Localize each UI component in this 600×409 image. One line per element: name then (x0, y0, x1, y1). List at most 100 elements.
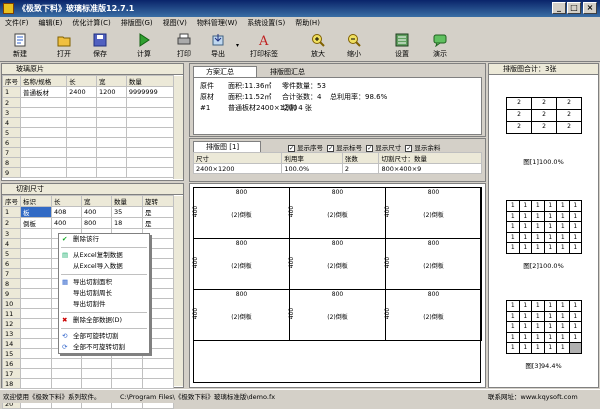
new-button[interactable]: 新建 (6, 32, 34, 60)
check-show-index[interactable]: ✓ 显示序号 (288, 144, 323, 152)
menu-view[interactable]: 视图(V) (158, 17, 192, 30)
table-row[interactable]: 18 (2, 378, 175, 389)
zoom-in-button[interactable]: 放大 (304, 32, 332, 60)
table-row[interactable]: 1 板 408 400 35 是 (2, 206, 175, 218)
cutting-sheet[interactable]: 800 400 (2)倒板 800 400 (2)倒板 800 400 (2)倒板 800 400(… (192, 187, 482, 383)
menu-edit[interactable]: 编辑(E) (34, 17, 68, 30)
table-cell[interactable]: 5 (2, 248, 21, 259)
table-cell[interactable] (19, 147, 68, 158)
table-cell[interactable]: 6 (2, 137, 21, 148)
open-button[interactable]: 打开 (50, 32, 78, 60)
cut-scrollbar[interactable] (173, 196, 183, 386)
table-cell[interactable] (19, 127, 68, 138)
table-cell[interactable]: 18 (110, 217, 143, 229)
table-cell[interactable]: 400 (50, 217, 82, 229)
tab-layout-1[interactable]: 排版图 [1] (193, 141, 261, 152)
menu-optimize[interactable]: 优化计算(C) (67, 17, 115, 30)
column-header[interactable]: 数量 (125, 75, 175, 87)
table-cell[interactable] (66, 147, 97, 158)
ctx-export-pieces[interactable]: 导出切割件 (59, 299, 149, 310)
table-cell[interactable] (125, 127, 175, 138)
export-button[interactable]: 导出 (202, 32, 234, 60)
table-cell[interactable] (125, 167, 175, 178)
cut-piece[interactable]: 800 400 (2)倒板 (288, 238, 386, 290)
table-cell[interactable] (95, 137, 127, 148)
table-cell[interactable]: 18 (2, 378, 21, 389)
table-cell[interactable] (66, 97, 97, 108)
cut-piece[interactable]: 800 400 (2)倒板 (288, 289, 386, 341)
table-cell[interactable] (50, 368, 82, 379)
column-header[interactable]: 旋转 (141, 195, 175, 207)
maximize-button[interactable]: □ (567, 2, 581, 14)
table-cell[interactable] (110, 368, 143, 379)
table-cell[interactable] (20, 308, 52, 319)
ctx-delete-row[interactable]: ✔ 删除该行 (59, 234, 149, 245)
table-cell[interactable] (66, 137, 97, 148)
print-label-button[interactable]: A 打印标签 (244, 32, 284, 60)
table-row[interactable]: 2 倒板 400 800 18 是 (2, 217, 175, 229)
table-cell[interactable] (110, 378, 143, 389)
table-cell[interactable]: 8 (2, 157, 21, 168)
table-cell[interactable]: 10 (2, 298, 21, 309)
zoom-out-button[interactable]: 缩小 (340, 32, 368, 60)
table-row[interactable]: 17 (2, 368, 175, 379)
table-row[interactable]: 2 (2, 97, 175, 108)
table-cell[interactable] (66, 157, 97, 168)
close-button[interactable]: × (583, 2, 597, 14)
table-row[interactable]: 5 (2, 127, 175, 138)
ctx-excel-copy[interactable]: ▤ 从Excel复制数据 (59, 250, 149, 261)
menu-material[interactable]: 物料管理(W) (192, 17, 242, 30)
table-cell[interactable]: 9999999 (125, 86, 175, 98)
table-cell[interactable]: 11 (2, 308, 21, 319)
table-cell[interactable]: 9 (2, 167, 21, 178)
table-cell[interactable]: 普通板材 (19, 86, 68, 98)
ctx-excel-import[interactable]: 从Excel导入数据 (59, 261, 149, 272)
table-cell[interactable] (125, 157, 175, 168)
table-cell[interactable] (20, 368, 52, 379)
table-cell[interactable] (141, 378, 175, 389)
table-cell[interactable]: 6 (2, 258, 21, 269)
table-row[interactable]: 7 (2, 147, 175, 158)
table-cell[interactable]: 12 (2, 318, 21, 329)
table-cell[interactable] (95, 147, 127, 158)
table-cell[interactable] (20, 318, 52, 329)
table-cell[interactable] (80, 368, 112, 379)
table-cell[interactable]: 3 (2, 228, 21, 239)
table-cell[interactable] (95, 97, 127, 108)
layout-row[interactable]: 2400×1200 100.0% 2 800×400×9 (192, 163, 482, 174)
table-cell[interactable] (20, 328, 52, 339)
table-cell[interactable] (20, 228, 52, 239)
raw-scrollbar[interactable] (173, 76, 183, 179)
table-cell[interactable] (20, 248, 52, 259)
table-cell[interactable] (125, 117, 175, 128)
cut-piece[interactable]: 800 400 (2)倒板 (384, 289, 482, 341)
check-show-offcut[interactable]: ✓ 显示余料 (405, 144, 440, 152)
table-cell[interactable] (20, 298, 52, 309)
table-cell[interactable] (66, 127, 97, 138)
sheet-thumb-1[interactable]: 222222222 (506, 97, 582, 134)
table-row[interactable]: 1 普通板材 2400 1200 9999999 (2, 86, 175, 98)
menu-help[interactable]: 帮助(H) (290, 17, 325, 30)
table-cell[interactable] (19, 157, 68, 168)
table-cell[interactable] (95, 167, 127, 178)
table-cell[interactable] (125, 147, 175, 158)
menu-file[interactable]: 文件(F) (0, 17, 34, 30)
print-button[interactable]: 打印 (170, 32, 198, 60)
table-cell[interactable]: 408 (50, 206, 82, 218)
table-row[interactable]: 4 (2, 117, 175, 128)
column-header[interactable]: 数量 (110, 195, 143, 207)
table-row[interactable]: 9 (2, 167, 175, 178)
table-cell[interactable]: 35 (110, 206, 143, 218)
column-header[interactable]: 名称/规格 (19, 75, 68, 87)
table-cell[interactable]: 2400 (66, 86, 97, 98)
menu-layout[interactable]: 排版图(G) (116, 17, 158, 30)
table-cell[interactable] (66, 167, 97, 178)
cut-piece[interactable]: 800 400 (2)倒板 (288, 187, 386, 239)
column-header[interactable]: 序号 (2, 195, 21, 207)
table-cell[interactable]: 400 (80, 206, 112, 218)
table-cell[interactable]: 1200 (95, 86, 127, 98)
table-cell[interactable]: 是 (141, 217, 175, 229)
check-show-label[interactable]: ✓ 显示标号 (327, 144, 362, 152)
table-cell[interactable] (20, 348, 52, 359)
table-cell[interactable]: 7 (2, 268, 21, 279)
